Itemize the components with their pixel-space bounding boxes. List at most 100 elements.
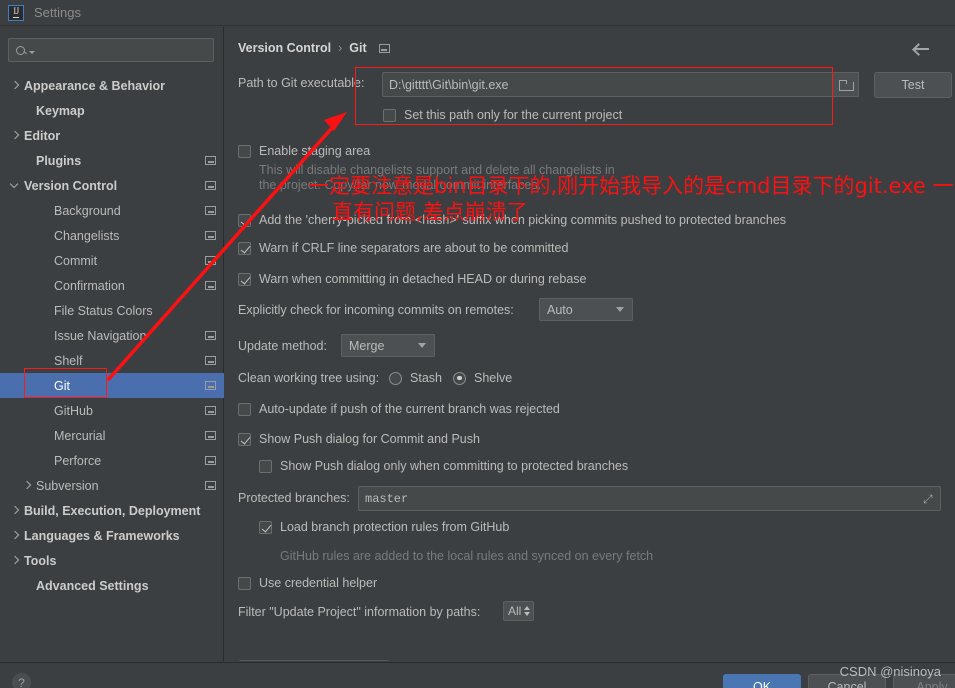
show-push-dialog-row[interactable]: Show Push dialog for Commit and Push (238, 432, 480, 446)
sidebar-item-tools[interactable]: Tools (0, 548, 224, 573)
configure-gpg-key-button[interactable]: Configure GPG Key... (238, 660, 390, 661)
cancel-button-label: Cancel (827, 680, 867, 688)
search-input[interactable] (8, 38, 214, 62)
breadcrumb-root[interactable]: Version Control (238, 41, 331, 55)
clean-working-tree-shelve-label: Shelve (474, 371, 513, 385)
sidebar-item-commit[interactable]: Commit (0, 248, 224, 273)
filter-update-project-value: All (508, 604, 522, 618)
sidebar-item-appearance-behavior[interactable]: Appearance & Behavior (0, 73, 224, 98)
sidebar-item-editor[interactable]: Editor (0, 123, 224, 148)
load-branch-protection-hint: GitHub rules are added to the local rule… (280, 549, 654, 563)
chevron-right-icon[interactable] (10, 555, 21, 566)
git-path-label: Path to Git executable: (238, 76, 365, 90)
enable-staging-area-row[interactable]: Enable staging area (238, 144, 370, 158)
sidebar-item-file-status-colors[interactable]: File Status Colors (0, 298, 224, 323)
clean-working-tree-stash-radio[interactable] (389, 371, 403, 385)
auto-update-push-rejected-row[interactable]: Auto-update if push of the current branc… (238, 402, 560, 416)
chevron-right-icon[interactable] (10, 130, 21, 141)
modified-badge-icon (205, 456, 216, 465)
stepper-arrows-icon[interactable] (524, 606, 531, 616)
sidebar-item-version-control[interactable]: Version Control (0, 173, 224, 198)
incoming-commits-select[interactable]: Auto (539, 298, 633, 321)
settings-content-panel: Version Control › Git Path to Git execut… (225, 27, 955, 661)
set-path-only-current-project-checkbox[interactable] (383, 109, 396, 122)
add-cherry-picked-row[interactable]: Add the 'cherry-picked from <hash>' suff… (238, 213, 786, 227)
warn-detached-head-row[interactable]: Warn when committing in detached HEAD or… (238, 272, 586, 286)
use-credential-helper-checkbox[interactable] (238, 577, 251, 590)
sidebar-item-mercurial[interactable]: Mercurial (0, 423, 224, 448)
sidebar-item-label: Issue Navigation (54, 328, 147, 343)
add-cherry-picked-checkbox[interactable] (238, 214, 251, 227)
show-push-dialog-protected-checkbox[interactable] (259, 460, 272, 473)
sidebar-item-keymap[interactable]: Keymap (0, 98, 224, 123)
sidebar-item-label: Keymap (36, 103, 85, 118)
chevron-right-icon[interactable] (22, 480, 33, 491)
show-push-dialog-checkbox[interactable] (238, 433, 251, 446)
enable-staging-area-checkbox[interactable] (238, 145, 251, 158)
sidebar-item-label: Mercurial (54, 428, 106, 443)
breadcrumb: Version Control › Git (238, 41, 390, 55)
protected-branches-input[interactable]: master (358, 486, 941, 511)
clean-working-tree-shelve-radio[interactable] (453, 371, 467, 385)
sidebar-item-label: Version Control (24, 178, 118, 193)
sidebar-item-issue-navigation[interactable]: Issue Navigation (0, 323, 224, 348)
sidebar-item-shelf[interactable]: Shelf (0, 348, 224, 373)
search-icon (16, 45, 25, 55)
sidebar-item-changelists[interactable]: Changelists (0, 223, 224, 248)
sidebar-item-label: Subversion (36, 478, 99, 493)
breadcrumb-current: Git (349, 41, 367, 55)
show-push-dialog-protected-row[interactable]: Show Push dialog only when committing to… (259, 459, 628, 473)
help-icon: ? (18, 675, 25, 688)
sidebar-item-git[interactable]: Git (0, 373, 224, 398)
filter-update-project-stepper[interactable]: All (503, 601, 535, 621)
sidebar-item-label: Background (54, 203, 121, 218)
git-path-input[interactable]: D:\gitttt\Git\bin\git.exe (382, 72, 847, 97)
sidebar-item-subversion[interactable]: Subversion (0, 473, 224, 498)
sidebar-item-perforce[interactable]: Perforce (0, 448, 224, 473)
use-credential-helper-row[interactable]: Use credential helper (238, 576, 377, 590)
sidebar-item-advanced-settings[interactable]: Advanced Settings (0, 573, 224, 598)
sidebar-item-languages-frameworks[interactable]: Languages & Frameworks (0, 523, 224, 548)
search-dropdown-caret-icon[interactable] (29, 51, 35, 54)
settings-tree: Appearance & Behavior Keymap Editor Plugins… (0, 73, 224, 598)
git-path-row: Path to Git executable: (238, 76, 364, 90)
sidebar-item-build-execution-deployment[interactable]: Build, Execution, Deployment (0, 498, 224, 523)
chevron-right-icon[interactable] (10, 80, 21, 91)
chevron-right-icon[interactable] (10, 505, 21, 516)
sidebar-item-label: Build, Execution, Deployment (24, 503, 201, 518)
modified-badge-icon (205, 356, 216, 365)
test-button[interactable]: Test (874, 72, 952, 98)
load-branch-protection-row[interactable]: Load branch protection rules from GitHub (259, 520, 509, 534)
warn-detached-head-checkbox[interactable] (238, 273, 251, 286)
ok-button[interactable]: OK (723, 674, 801, 688)
ok-button-label: OK (752, 680, 772, 688)
git-path-browse-button[interactable] (833, 72, 859, 97)
auto-update-push-rejected-checkbox[interactable] (238, 403, 251, 416)
load-branch-protection-checkbox[interactable] (259, 521, 272, 534)
apply-button-label: Apply (916, 680, 948, 688)
chevron-right-icon[interactable] (10, 530, 21, 541)
expand-icon[interactable] (923, 493, 934, 504)
add-cherry-picked-label: Add the 'cherry-picked from <hash>' suff… (259, 213, 787, 227)
sidebar-item-background[interactable]: Background (0, 198, 224, 223)
back-button[interactable] (914, 43, 932, 55)
enable-staging-area-description: This will disable changelists support an… (259, 163, 615, 193)
sidebar-item-plugins[interactable]: Plugins (0, 148, 224, 173)
modified-badge-icon (205, 431, 216, 440)
filter-update-project-row: Filter "Update Project" information by p… (238, 605, 480, 619)
intellij-idea-icon: IJ (8, 4, 24, 21)
protected-branches-value: master (365, 491, 409, 506)
sidebar-item-confirmation[interactable]: Confirmation (0, 273, 224, 298)
sidebar-item-label: Languages & Frameworks (24, 528, 180, 543)
update-method-select[interactable]: Merge (341, 334, 435, 357)
warn-crlf-checkbox[interactable] (238, 242, 251, 255)
set-path-only-current-project-row[interactable]: Set this path only for the current proje… (383, 108, 622, 122)
help-button[interactable]: ? (12, 673, 31, 688)
warn-crlf-row[interactable]: Warn if CRLF line separators are about t… (238, 241, 568, 255)
title-bar: IJ Settings (0, 0, 955, 26)
sidebar-item-label: Perforce (54, 453, 102, 468)
sidebar-item-github[interactable]: GitHub (0, 398, 224, 423)
clean-working-tree-stash-label: Stash (410, 371, 443, 385)
chevron-down-icon[interactable] (10, 180, 21, 191)
settings-sidebar: Appearance & Behavior Keymap Editor Plugins… (0, 27, 224, 661)
